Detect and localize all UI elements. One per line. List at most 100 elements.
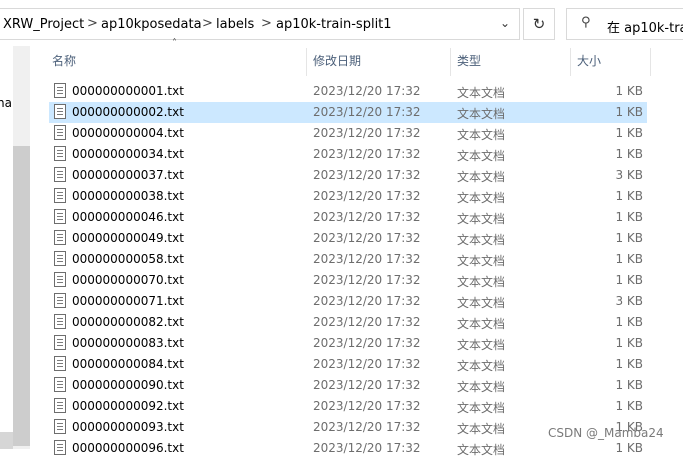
file-row[interactable]: 000000000002.txt 2023/12/20 17:32 文本文档 1 KB	[49, 102, 647, 123]
file-date: 2023/12/20 17:32	[313, 294, 421, 308]
text-file-icon	[54, 167, 66, 182]
file-row[interactable]: 000000000090.txt 2023/12/20 17:32 文本文档 1 KB	[49, 375, 647, 396]
file-type: 文本文档	[457, 149, 506, 163]
text-file-icon	[54, 272, 66, 287]
column-divider[interactable]	[450, 48, 451, 76]
column-header-date[interactable]: 修改日期	[313, 52, 361, 69]
file-date: 2023/12/20 17:32	[313, 420, 421, 434]
file-type: 文本文档	[457, 275, 506, 289]
file-row[interactable]: 000000000038.txt 2023/12/20 17:32 文本文档 1 KB	[49, 186, 647, 207]
address-bar[interactable]: XRW_Project > ap10kposedata > labels > a…	[0, 8, 520, 40]
refresh-button[interactable]: ↻	[523, 8, 555, 40]
file-row[interactable]: 000000000046.txt 2023/12/20 17:32 文本文档 1 KB	[49, 207, 647, 228]
breadcrumb-ap10kposedata[interactable]: ap10kposedata	[101, 17, 202, 32]
column-header-type[interactable]: 类型	[457, 52, 481, 69]
file-row[interactable]: 000000000004.txt 2023/12/20 17:32 文本文档 1 KB	[49, 123, 647, 144]
breadcrumb-separator-icon[interactable]: >	[87, 16, 98, 31]
file-type: 文本文档	[457, 296, 506, 310]
breadcrumb-ap10k-train-split1[interactable]: ap10k-train-split1	[276, 17, 392, 32]
file-date: 2023/12/20 17:32	[313, 378, 421, 392]
file-date: 2023/12/20 17:32	[313, 147, 421, 161]
file-name: 000000000092.txt	[72, 399, 184, 413]
file-name: 000000000082.txt	[72, 315, 184, 329]
file-row[interactable]: 000000000070.txt 2023/12/20 17:32 文本文档 1 KB	[49, 270, 647, 291]
file-date: 2023/12/20 17:32	[313, 168, 421, 182]
file-row[interactable]: 000000000084.txt 2023/12/20 17:32 文本文档 1 KB	[49, 354, 647, 375]
file-row[interactable]: 000000000037.txt 2023/12/20 17:32 文本文档 3 KB	[49, 165, 647, 186]
file-name: 000000000083.txt	[72, 336, 184, 350]
text-file-icon	[54, 419, 66, 434]
file-type: 文本文档	[457, 86, 506, 100]
file-name: 000000000046.txt	[72, 210, 184, 224]
file-size: 1 KB	[615, 84, 643, 98]
nav-scrollbar-thumb[interactable]	[13, 146, 30, 446]
file-row[interactable]: 000000000058.txt 2023/12/20 17:32 文本文档 1 KB	[49, 249, 647, 270]
text-file-icon	[54, 293, 66, 308]
file-row[interactable]: 000000000071.txt 2023/12/20 17:32 文本文档 3 KB	[49, 291, 647, 312]
text-file-icon	[54, 230, 66, 245]
file-row[interactable]: 000000000083.txt 2023/12/20 17:32 文本文档 1 KB	[49, 333, 647, 354]
file-size: 1 KB	[615, 252, 643, 266]
chevron-down-icon[interactable]: ⌄	[500, 16, 510, 30]
file-type: 文本文档	[457, 317, 506, 331]
file-size: 1 KB	[615, 126, 643, 140]
file-name: 000000000090.txt	[72, 378, 184, 392]
column-header-name[interactable]: 名称	[52, 52, 76, 69]
file-size: 1 KB	[615, 273, 643, 287]
breadcrumb-xrw-project[interactable]: XRW_Project	[3, 17, 84, 32]
file-name: 000000000038.txt	[72, 189, 184, 203]
file-date: 2023/12/20 17:32	[313, 126, 421, 140]
text-file-icon	[54, 188, 66, 203]
file-type: 文本文档	[457, 254, 506, 268]
sort-ascending-icon: ˄	[172, 38, 177, 49]
breadcrumb-separator-icon[interactable]: >	[261, 16, 272, 31]
search-input[interactable]: ⚲ 在 ap10k-trai	[566, 8, 683, 40]
file-type: 文本文档	[457, 359, 506, 373]
file-name: 000000000058.txt	[72, 252, 184, 266]
file-name: 000000000001.txt	[72, 84, 184, 98]
text-file-icon	[54, 251, 66, 266]
file-name: 000000000070.txt	[72, 273, 184, 287]
text-file-icon	[54, 125, 66, 140]
file-type: 文本文档	[457, 380, 506, 394]
search-icon: ⚲	[581, 15, 591, 30]
breadcrumb-labels[interactable]: labels	[216, 17, 254, 32]
column-header-size[interactable]: 大小	[577, 52, 601, 69]
text-file-icon	[54, 83, 66, 98]
file-row[interactable]: 000000000092.txt 2023/12/20 17:32 文本文档 1 KB	[49, 396, 647, 417]
breadcrumb-separator-icon[interactable]: >	[202, 16, 213, 31]
file-row[interactable]: 000000000049.txt 2023/12/20 17:32 文本文档 1 KB	[49, 228, 647, 249]
file-type: 文本文档	[457, 401, 506, 415]
watermark: CSDN @_Mamba24	[548, 426, 664, 440]
nav-scrollbar-corner	[0, 432, 13, 449]
text-file-icon	[54, 314, 66, 329]
file-type: 文本文档	[457, 128, 506, 142]
file-size: 1 KB	[615, 378, 643, 392]
file-size: 1 KB	[615, 399, 643, 413]
file-size: 1 KB	[615, 210, 643, 224]
file-name: 000000000034.txt	[72, 147, 184, 161]
nav-item-label[interactable]: na	[0, 96, 12, 110]
file-size: 1 KB	[615, 189, 643, 203]
file-date: 2023/12/20 17:32	[313, 105, 421, 119]
file-size: 1 KB	[615, 357, 643, 371]
file-size: 3 KB	[615, 294, 643, 308]
text-file-icon	[54, 356, 66, 371]
file-row[interactable]: 000000000082.txt 2023/12/20 17:32 文本文档 1 KB	[49, 312, 647, 333]
file-size: 3 KB	[615, 168, 643, 182]
text-file-icon	[54, 440, 66, 455]
column-divider[interactable]	[570, 48, 571, 76]
column-divider[interactable]	[306, 48, 307, 76]
file-date: 2023/12/20 17:32	[313, 84, 421, 98]
file-date: 2023/12/20 17:32	[313, 399, 421, 413]
text-file-icon	[54, 377, 66, 392]
refresh-icon: ↻	[532, 15, 546, 33]
column-divider[interactable]	[650, 48, 651, 76]
file-date: 2023/12/20 17:32	[313, 441, 421, 455]
file-row[interactable]: 000000000001.txt 2023/12/20 17:32 文本文档 1 KB	[49, 81, 647, 102]
file-size: 1 KB	[615, 441, 643, 455]
file-date: 2023/12/20 17:32	[313, 336, 421, 350]
text-file-icon	[54, 146, 66, 161]
navigation-pane: na	[0, 46, 30, 449]
file-row[interactable]: 000000000034.txt 2023/12/20 17:32 文本文档 1 KB	[49, 144, 647, 165]
